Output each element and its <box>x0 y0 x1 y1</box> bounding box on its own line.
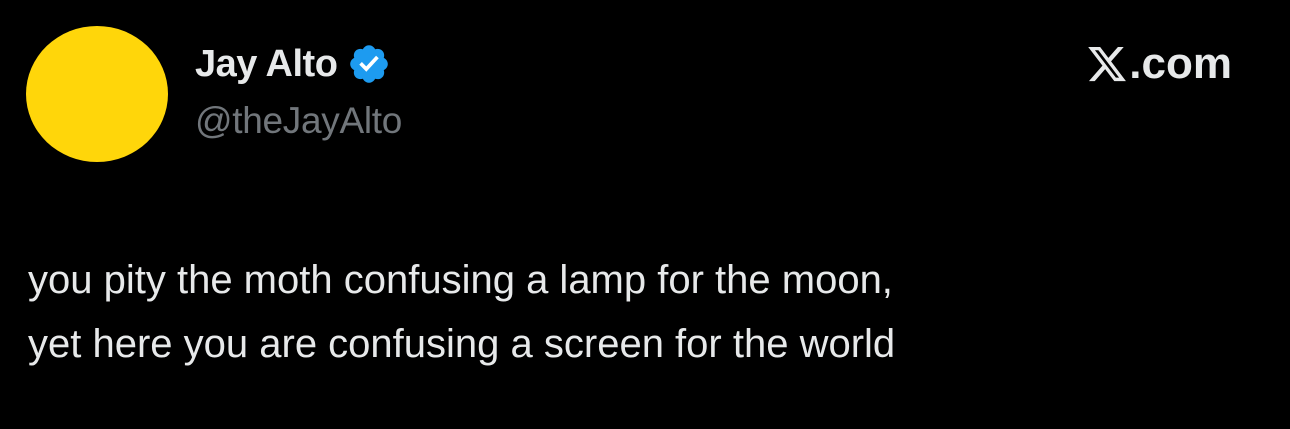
tweet-text: you pity the moth confusing a lamp for t… <box>28 248 1258 376</box>
x-logo-icon <box>1086 43 1128 85</box>
brand-suffix: .com <box>1129 39 1232 88</box>
tweet-text-line: yet here you are confusing a screen for … <box>28 322 896 366</box>
tweet-card: Jay Alto @theJayAlto .com you pity the m… <box>0 0 1290 429</box>
author-handle[interactable]: @theJayAlto <box>195 100 402 142</box>
brand-logo[interactable]: .com <box>1086 38 1232 90</box>
tweet-text-line: you pity the moth confusing a lamp for t… <box>28 258 893 302</box>
avatar[interactable] <box>26 26 168 162</box>
verified-badge-icon <box>347 42 391 86</box>
author-display-name[interactable]: Jay Alto <box>195 43 338 86</box>
author-name-row: Jay Alto <box>195 40 391 88</box>
